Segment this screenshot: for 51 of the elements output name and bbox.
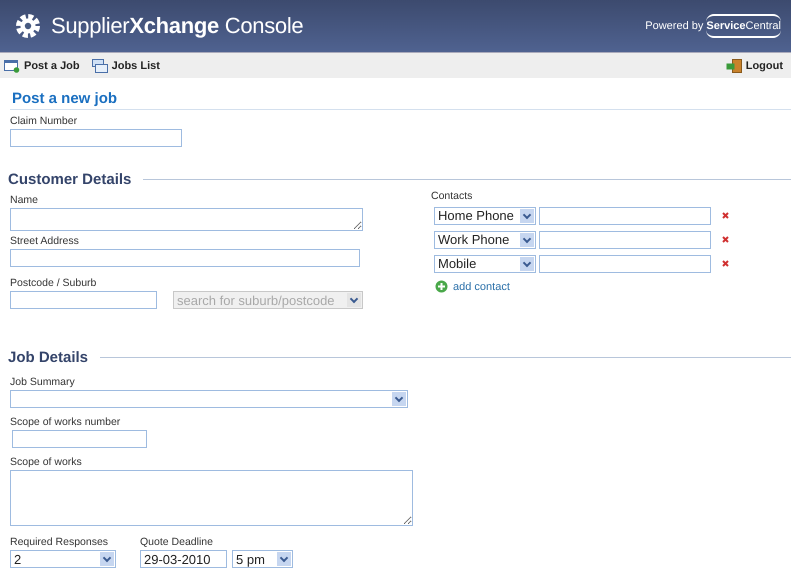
powered-by-text: Powered by (645, 20, 704, 32)
dropdown[interactable]: 5 pm (232, 550, 293, 568)
window-add-icon (4, 58, 20, 72)
caret-icon (520, 256, 534, 270)
dropdown[interactable]: 2 (10, 550, 116, 568)
field-label: Claim Number (10, 115, 78, 127)
gear-icon (15, 13, 41, 39)
date-field[interactable]: 29-03-2010 (140, 550, 227, 568)
input-field[interactable] (10, 291, 157, 309)
input-field[interactable] (10, 129, 182, 147)
caret-icon (100, 552, 114, 566)
field-label: Contacts (431, 190, 474, 202)
caret-icon (520, 208, 534, 222)
add-contact-link[interactable]: add contact (435, 280, 729, 293)
toolbar-link[interactable]: Post a Job (4, 58, 80, 72)
section-heading: Customer Details (8, 171, 132, 188)
caret-icon (520, 232, 534, 246)
field-label: Required Responses (10, 536, 110, 548)
dropdown[interactable]: Home Phone (434, 206, 536, 224)
delete-icon[interactable] (722, 260, 729, 267)
app-title: SupplierXchange Console (51, 13, 304, 39)
logout-link[interactable]: Logout (726, 58, 783, 72)
input-field[interactable] (539, 230, 711, 248)
field-label: Postcode / Suburb (10, 277, 98, 289)
plus-icon (435, 280, 448, 293)
field-label: Job Summary (10, 376, 76, 388)
delete-icon[interactable] (722, 236, 729, 243)
field-label: Name (10, 194, 40, 206)
brand-logo-text: ServiceCentral (706, 14, 781, 38)
caret-icon (277, 552, 291, 566)
input-field[interactable] (10, 249, 360, 267)
dropdown[interactable]: Mobile (434, 254, 536, 272)
caret-icon (392, 392, 406, 406)
door-exit-icon (726, 58, 742, 72)
field-label: Street Address (10, 235, 80, 247)
field-label: Quote Deadline (140, 536, 214, 548)
delete-icon[interactable] (722, 212, 729, 219)
text-area[interactable] (10, 208, 363, 231)
dropdown[interactable]: Work Phone (434, 230, 536, 248)
text-area[interactable] (10, 470, 413, 526)
caret-icon (347, 293, 361, 307)
stacked-windows-icon (92, 58, 108, 72)
dropdown[interactable] (10, 390, 408, 408)
page-title: Post a new job (11, 89, 118, 107)
field-label: Scope of works number (10, 416, 122, 428)
input-field[interactable] (539, 206, 711, 224)
input-field[interactable] (12, 430, 147, 448)
toolbar-link[interactable]: Jobs List (92, 58, 160, 72)
section-heading: Job Details (8, 349, 88, 366)
input-field[interactable] (539, 254, 711, 272)
field-label: Scope of works (10, 456, 83, 468)
